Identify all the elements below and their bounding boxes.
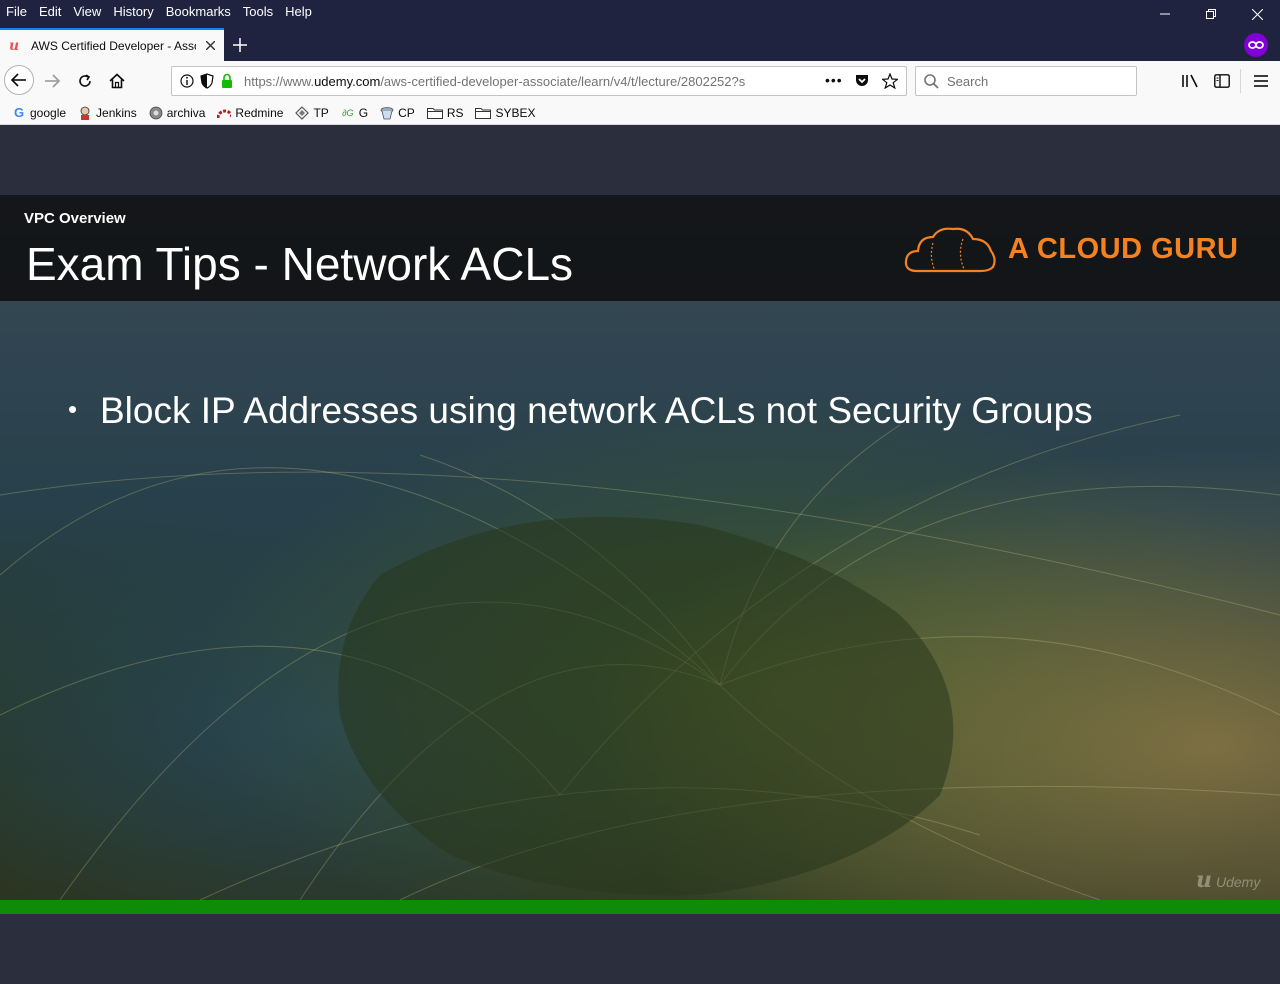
tab-udemy[interactable]: u AWS Certified Developer - Associa bbox=[0, 28, 224, 61]
jenkins-icon bbox=[78, 106, 92, 120]
brand-logo: A CLOUD GURU bbox=[903, 223, 1243, 275]
section-label: VPC Overview bbox=[24, 210, 126, 227]
library-button[interactable] bbox=[1176, 67, 1204, 95]
url-bar[interactable]: https://www.udemy.com/aws-certified-deve… bbox=[171, 66, 907, 96]
search-placeholder: Search bbox=[947, 74, 989, 89]
bookmark-jenkins[interactable]: Jenkins bbox=[78, 103, 137, 123]
home-icon bbox=[109, 73, 125, 89]
slide-title: Exam Tips - Network ACLs bbox=[26, 238, 574, 290]
reload-icon bbox=[79, 74, 91, 87]
sidebar-button[interactable] bbox=[1208, 67, 1236, 95]
folder-icon bbox=[426, 106, 443, 120]
redmine-icon bbox=[217, 106, 232, 120]
menu-button[interactable] bbox=[1247, 67, 1275, 95]
bookmark-g[interactable]: ∂G G bbox=[341, 103, 368, 123]
minimize-button[interactable] bbox=[1142, 0, 1188, 28]
hamburger-icon bbox=[1254, 75, 1268, 87]
private-browsing-icon bbox=[1244, 33, 1268, 57]
url-text[interactable]: https://www.udemy.com/aws-certified-deve… bbox=[244, 74, 789, 89]
lock-icon[interactable] bbox=[221, 73, 233, 89]
video-progress-bar[interactable] bbox=[0, 900, 1280, 914]
library-icon bbox=[1182, 74, 1198, 88]
bookmark-tp[interactable]: TP bbox=[295, 103, 329, 123]
bookmarks-toolbar: G google Jenkins archiva Redmine TP ∂G G… bbox=[0, 101, 1280, 125]
cloud-logo-icon bbox=[904, 227, 996, 273]
video-player[interactable]: VPC Overview Exam Tips - Network ACLs A … bbox=[0, 125, 1280, 984]
tp-icon bbox=[295, 105, 310, 120]
cp-icon bbox=[380, 106, 394, 120]
forward-arrow-icon bbox=[45, 74, 60, 88]
new-tab-button[interactable] bbox=[228, 33, 252, 57]
bullet-point: • Block IP Addresses using network ACLs n… bbox=[68, 390, 1093, 432]
bookmark-cp[interactable]: CP bbox=[380, 103, 415, 123]
window-controls bbox=[1142, 0, 1280, 28]
bookmark-star-icon[interactable] bbox=[882, 73, 898, 89]
browser-titlebar: File Edit View History Bookmarks Tools H… bbox=[0, 0, 1280, 61]
bullet-dot: • bbox=[68, 393, 78, 424]
plus-icon bbox=[233, 38, 247, 52]
restore-button[interactable] bbox=[1188, 0, 1234, 28]
back-arrow-icon bbox=[11, 73, 26, 87]
tab-title: AWS Certified Developer - Associa bbox=[31, 38, 196, 53]
tab-close-button[interactable] bbox=[202, 38, 218, 54]
page-actions-button[interactable]: ••• bbox=[825, 72, 843, 88]
udemy-watermark: u Udemy bbox=[1196, 867, 1261, 893]
bookmark-folder-rs[interactable]: RS bbox=[426, 103, 463, 123]
brand-text: A CLOUD GURU bbox=[1008, 233, 1239, 265]
toolbar-separator bbox=[1240, 69, 1241, 93]
bookmark-archiva[interactable]: archiva bbox=[149, 103, 205, 123]
menu-file[interactable]: File bbox=[0, 4, 33, 19]
tracking-shield-icon[interactable] bbox=[200, 73, 214, 89]
close-icon bbox=[205, 41, 215, 50]
folder-icon bbox=[475, 106, 492, 120]
close-icon bbox=[1251, 8, 1263, 20]
pocket-icon[interactable] bbox=[854, 73, 870, 89]
menu-bar: File Edit View History Bookmarks Tools H… bbox=[0, 0, 318, 22]
menu-tools[interactable]: Tools bbox=[237, 4, 279, 19]
archiva-icon bbox=[149, 106, 163, 120]
bookmark-google[interactable]: G google bbox=[12, 103, 66, 123]
close-window-button[interactable] bbox=[1234, 0, 1280, 28]
search-bar[interactable]: Search bbox=[915, 66, 1137, 96]
google-icon: G bbox=[13, 105, 25, 120]
back-button[interactable] bbox=[4, 65, 34, 95]
udemy-icon: u bbox=[9, 37, 20, 54]
menu-help[interactable]: Help bbox=[279, 4, 318, 19]
menu-bookmarks[interactable]: Bookmarks bbox=[160, 4, 237, 19]
restore-icon bbox=[1206, 9, 1216, 19]
minimize-icon bbox=[1160, 13, 1170, 15]
menu-history[interactable]: History bbox=[107, 4, 159, 19]
navigation-toolbar: https://www.udemy.com/aws-certified-deve… bbox=[0, 61, 1280, 101]
lecture-slide: VPC Overview Exam Tips - Network ACLs A … bbox=[0, 195, 1280, 900]
udemy-icon: u bbox=[1196, 867, 1212, 893]
menu-edit[interactable]: Edit bbox=[33, 4, 67, 19]
bookmark-redmine[interactable]: Redmine bbox=[217, 103, 283, 123]
g-icon: ∂G bbox=[342, 107, 354, 118]
reload-button[interactable] bbox=[71, 67, 99, 95]
home-button[interactable] bbox=[103, 67, 131, 95]
menu-view[interactable]: View bbox=[67, 4, 107, 19]
slide-header: VPC Overview Exam Tips - Network ACLs A … bbox=[0, 195, 1280, 301]
forward-button[interactable] bbox=[38, 67, 66, 95]
search-icon bbox=[924, 74, 939, 89]
bookmark-folder-sybex[interactable]: SYBEX bbox=[475, 103, 536, 123]
sidebar-icon bbox=[1214, 74, 1230, 88]
info-icon[interactable] bbox=[180, 74, 194, 88]
bullet-text: Block IP Addresses using network ACLs no… bbox=[100, 390, 1093, 431]
